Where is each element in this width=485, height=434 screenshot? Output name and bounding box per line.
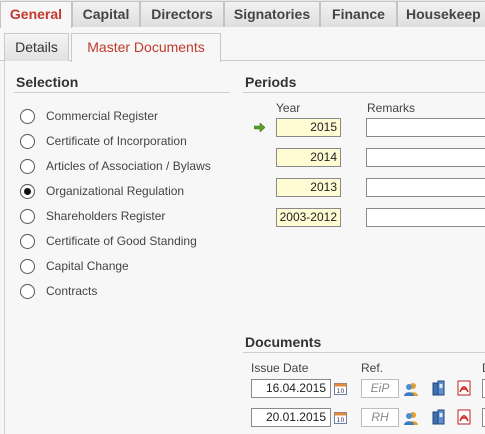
remarks-field[interactable] [366,118,485,137]
binder-icon[interactable] [431,380,447,396]
remarks-field[interactable] [366,148,485,167]
radio-label: Certificate of Incorporation [46,134,187,148]
tab-general[interactable]: General [0,1,72,28]
year-field[interactable]: 2013 [276,178,341,197]
radio-button[interactable] [20,208,35,224]
documents-title: Documents [245,334,322,350]
svg-text:10: 10 [337,388,345,395]
radio-button[interactable] [20,108,35,124]
tab-finance[interactable]: Finance [320,1,397,27]
year-field[interactable]: 2015 [276,118,341,137]
pdf-icon[interactable] [456,409,472,425]
issue-date-field[interactable]: 16.04.2015 [251,379,331,398]
radio-button-selected[interactable] [20,183,35,199]
remarks-field[interactable] [366,178,485,197]
radio-label: Organizational Regulation [46,184,185,198]
svg-text:10: 10 [337,417,345,424]
column-header-remarks: Remarks [367,101,416,115]
ref-field[interactable]: RH [361,408,399,427]
radio-button[interactable] [20,158,35,174]
column-header-ref: Ref. [361,361,384,375]
year-field[interactable]: 2003-2012 [276,208,341,227]
radio-label: Commercial Register [46,109,159,123]
calendar-icon[interactable]: 10 [334,411,347,424]
column-header-issue-date: Issue Date [251,361,309,375]
users-icon[interactable] [403,410,419,426]
radio-button[interactable] [20,133,35,149]
radio-button[interactable] [20,233,35,249]
radio-certificate-of-incorporation[interactable]: Certificate of Incorporation [20,131,187,151]
radio-button[interactable] [20,258,35,274]
radio-label: Shareholders Register [46,209,166,223]
radio-button[interactable] [20,283,35,299]
selection-divider [14,92,230,93]
radio-capital-change[interactable]: Capital Change [20,256,129,276]
radio-label: Articles of Association / Bylaws [46,159,211,173]
users-icon[interactable] [403,381,419,397]
calendar-icon[interactable]: 10 [334,382,347,395]
radio-articles-of-association[interactable]: Articles of Association / Bylaws [20,156,211,176]
tab-details[interactable]: Details [4,33,69,61]
tab-directors[interactable]: Directors [140,1,224,27]
radio-commercial-register[interactable]: Commercial Register [20,106,158,126]
tab-housekeeping[interactable]: Housekeep [397,1,485,27]
ref-field[interactable]: EiP [361,379,399,398]
radio-shareholders-register[interactable]: Shareholders Register [20,206,165,226]
radio-label: Contracts [46,284,98,298]
binder-icon[interactable] [431,409,447,425]
periods-title: Periods [245,74,297,90]
radio-certificate-of-good-standing[interactable]: Certificate of Good Standing [20,231,197,251]
selection-title: Selection [16,74,79,90]
remarks-field[interactable] [366,208,485,227]
tab-master-documents[interactable]: Master Documents [71,33,221,62]
documents-divider [243,352,485,353]
tab-signatories[interactable]: Signatories [224,1,320,27]
radio-organizational-regulation[interactable]: Organizational Regulation [20,181,184,201]
sub-tab-bar: Details Master Documents [0,27,485,62]
radio-contracts[interactable]: Contracts [20,281,97,301]
issue-date-field[interactable]: 20.01.2015 [251,408,331,427]
periods-divider [243,92,485,93]
column-header-year: Year [276,101,301,115]
radio-label: Capital Change [46,259,129,273]
year-field[interactable]: 2014 [276,148,341,167]
radio-label: Certificate of Good Standing [46,234,197,248]
pdf-icon[interactable] [456,380,472,396]
tab-capital[interactable]: Capital [72,1,140,27]
current-row-arrow-icon [254,123,265,132]
main-tab-bar: General Capital Directors Signatories Fi… [0,0,485,28]
